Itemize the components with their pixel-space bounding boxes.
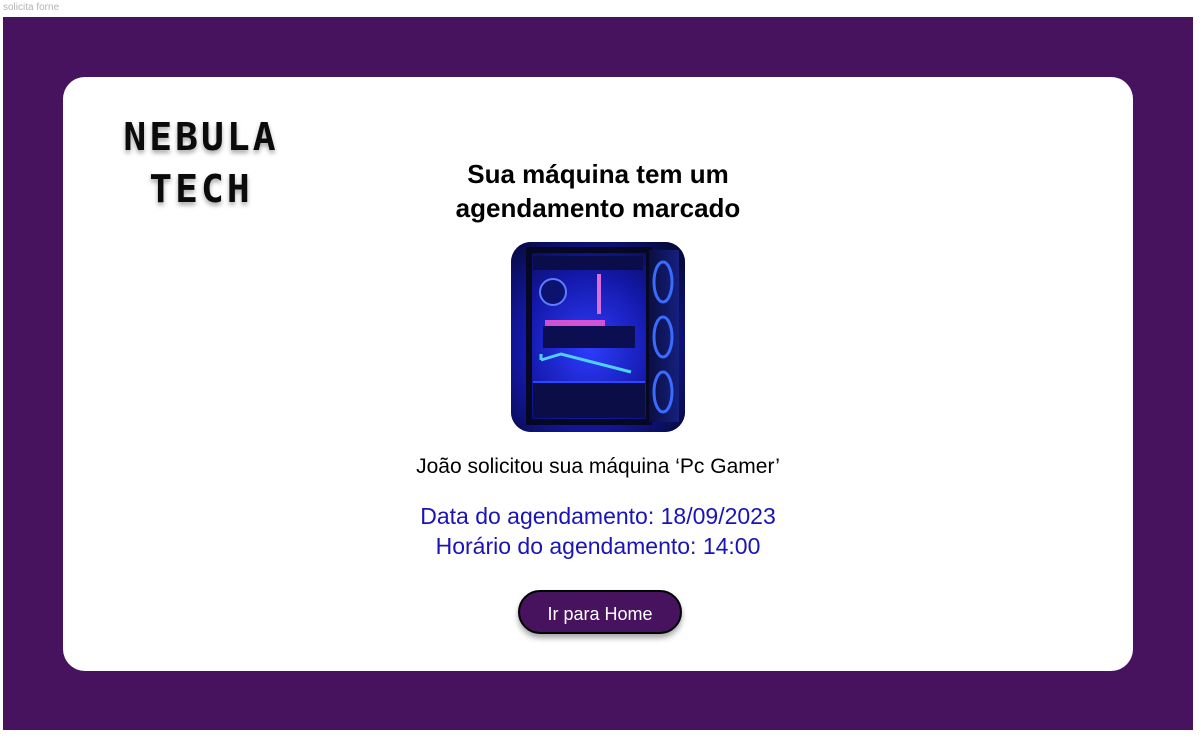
brand-logo: NEBULA TECH [105,111,297,215]
schedule-time: Horário do agendamento: 14:00 [435,533,761,559]
go-home-button[interactable]: Ir para Home [518,590,682,634]
page-title: Sua máquina tem um agendamento marcado [455,159,741,223]
gaming-pc-photo [511,242,685,432]
schedule-date: Data do agendamento: 18/09/2023 [420,503,776,529]
logo-line-1: NEBULA [123,115,279,159]
logo-line-2: TECH [149,167,253,211]
content-card: NEBULA TECH Sua máquina tem um agendamen… [63,77,1133,671]
app-frame: NEBULA TECH Sua máquina tem um agendamen… [3,17,1193,730]
schedule-info: Data do agendamento: 18/09/2023 Horário … [348,501,848,561]
request-message: João solicitou sua máquina ‘Pc Gamer’ [416,455,780,478]
frame-label: solicita forne [3,2,60,13]
